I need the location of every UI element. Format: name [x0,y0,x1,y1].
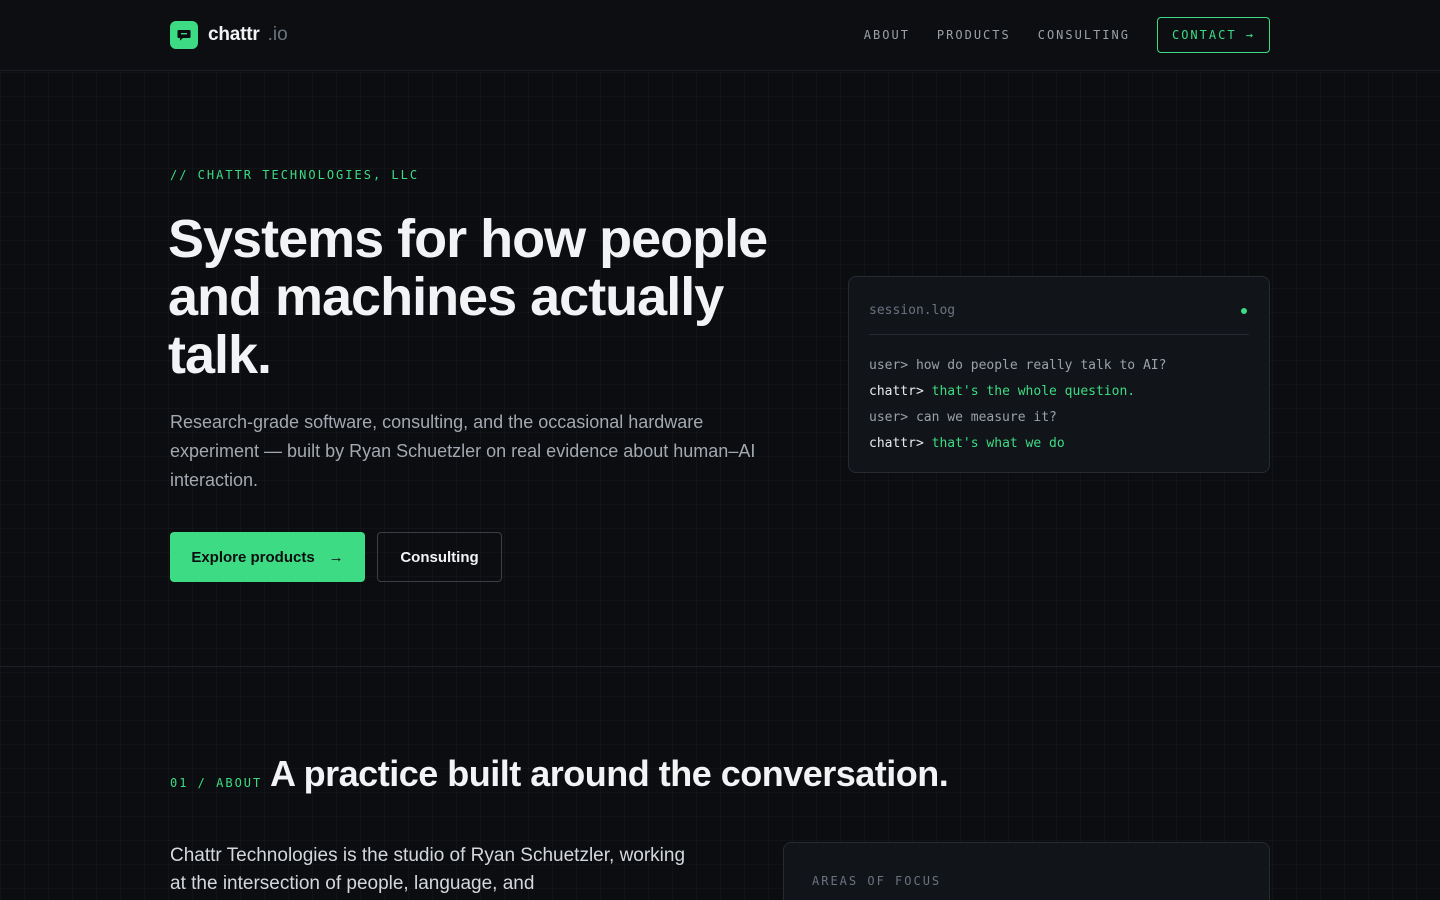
log-line: user> how do people really talk to AI? [869,353,1249,379]
log-text: that's what we do [931,436,1065,451]
areas-of-focus-label: AREAS OF FOCUS [812,874,942,888]
session-log-title: session.log [869,303,956,318]
about-body: Chattr Technologies is the studio of Rya… [170,845,686,894]
hero-title: Systems for how people and machines actu… [168,209,768,385]
chat-bubble-icon [170,21,198,49]
about-title: A practice built around the conversation… [270,753,949,794]
brand-tld: .io [267,24,288,45]
nav-link-consulting[interactable]: CONSULTING [1038,28,1130,42]
explore-products-button[interactable]: Explore products → [170,532,365,582]
top-nav: chattr .io ABOUT PRODUCTS CONSULTING CON… [0,0,1440,71]
explore-products-label: Explore products [191,548,315,566]
session-log-lines: user> how do people really talk to AI? c… [869,353,1249,457]
log-text: that's the whole question. [931,384,1136,399]
log-prompt: chattr> [869,384,924,399]
session-log-header: session.log [869,299,1249,335]
brand-logo[interactable]: chattr .io [170,21,288,49]
section-divider [0,666,1440,667]
log-text: how do people really talk to AI? [915,358,1167,373]
nav-link-products[interactable]: PRODUCTS [937,28,1011,42]
nav-link-about[interactable]: ABOUT [864,28,910,42]
hero-subtitle: Research-grade software, consulting, and… [170,412,756,490]
session-log-card: session.log user> how do people really t… [848,276,1270,473]
contact-button[interactable]: CONTACT → [1156,17,1270,53]
hero-eyebrow: // CHATTR TECHNOLOGIES, LLC [170,168,420,182]
arrow-right-icon: → [328,548,344,566]
log-line: chattr> that's the whole question. [869,379,1249,405]
log-line: chattr> that's what we do [869,431,1249,457]
about-eyebrow: 01 / ABOUT [170,776,263,790]
log-text: can we measure it? [915,410,1057,425]
nav-links: ABOUT PRODUCTS CONSULTING CONTACT → [864,17,1270,53]
log-prompt: chattr> [869,436,924,451]
log-prompt: user> [869,410,909,425]
log-line: user> can we measure it? [869,405,1249,431]
areas-of-focus-card: AREAS OF FOCUS [783,842,1270,900]
consulting-button[interactable]: Consulting [377,532,502,582]
status-dot-icon [1241,308,1247,314]
brand-name: chattr [208,24,260,45]
log-prompt: user> [869,358,909,373]
